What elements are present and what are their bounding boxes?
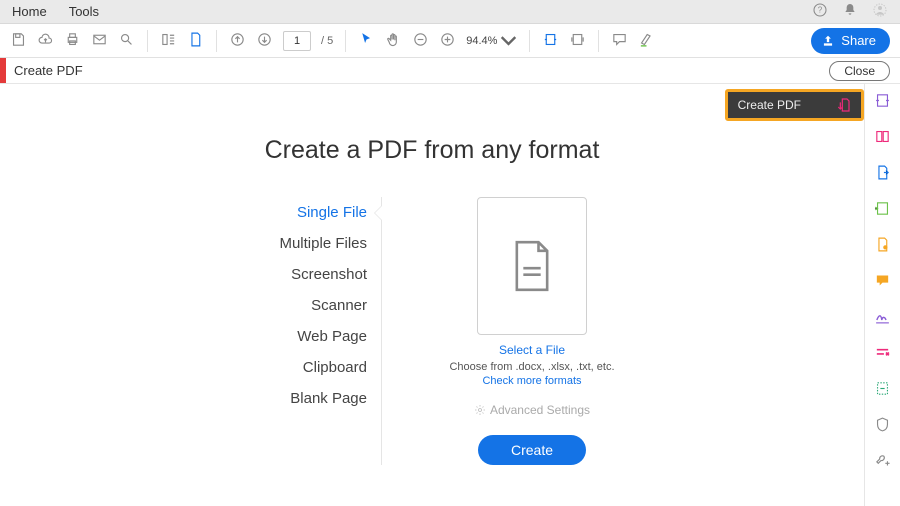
create-pdf-callout[interactable]: Create PDF — [725, 89, 864, 121]
create-button[interactable]: Create — [478, 435, 586, 465]
create-pdf-icon — [837, 97, 853, 113]
toolbar-separator — [529, 30, 530, 52]
rail-combine-icon[interactable] — [874, 128, 891, 148]
tool-title: Create PDF — [14, 63, 83, 78]
tool-subbar: Create PDF Close — [0, 58, 900, 84]
bell-icon[interactable] — [842, 2, 858, 21]
menubar-right: ? — [812, 2, 888, 21]
source-scanner[interactable]: Scanner — [202, 290, 381, 321]
source-web-page[interactable]: Web Page — [202, 321, 381, 352]
menu-home[interactable]: Home — [12, 4, 47, 19]
drop-column: Select a File Choose from .docx, .xlsx, … — [402, 197, 662, 465]
page-down-icon[interactable] — [256, 31, 273, 51]
hand-icon[interactable] — [385, 31, 402, 51]
choose-from-label: Choose from .docx, .xlsx, .txt, etc. — [449, 361, 614, 373]
gear-icon — [474, 404, 486, 416]
toolbar-separator — [147, 30, 148, 52]
page-number-input[interactable]: 1 — [283, 31, 311, 51]
main-panel: Create PDF Create a PDF from any format … — [0, 84, 864, 506]
rail-edit-icon[interactable] — [874, 200, 891, 220]
source-screenshot[interactable]: Screenshot — [202, 259, 381, 290]
page-center: Create a PDF from any format Single File… — [122, 136, 742, 465]
content-wrap: Create PDF Create a PDF from any format … — [0, 84, 900, 506]
rail-organize-icon[interactable] — [874, 236, 891, 256]
source-clipboard[interactable]: Clipboard — [202, 352, 381, 383]
print-icon[interactable] — [64, 31, 81, 51]
comment-icon[interactable] — [611, 31, 628, 51]
callout-label: Create PDF — [738, 98, 801, 112]
rail-redact-icon[interactable] — [874, 344, 891, 364]
right-rail — [864, 84, 900, 506]
cloud-upload-icon[interactable] — [37, 31, 54, 51]
rail-create-pdf-icon[interactable] — [874, 92, 891, 112]
share-button[interactable]: Share — [811, 28, 890, 54]
page-thumbnails-icon[interactable] — [160, 31, 177, 51]
advanced-settings: Advanced Settings — [474, 403, 590, 417]
zoom-in-icon[interactable] — [439, 31, 456, 51]
toolbar-separator — [345, 30, 346, 52]
close-button[interactable]: Close — [829, 61, 890, 81]
page-icon[interactable] — [187, 31, 204, 51]
help-icon[interactable]: ? — [812, 2, 828, 21]
menu-tools[interactable]: Tools — [69, 4, 99, 19]
menubar: Home Tools ? — [0, 0, 900, 24]
page-up-icon[interactable] — [229, 31, 246, 51]
zoom-dropdown[interactable]: 94.4% — [466, 32, 517, 49]
zoom-out-icon[interactable] — [412, 31, 429, 51]
toolbar: 1 / 5 94.4% Share — [0, 24, 900, 58]
rail-comment-icon[interactable] — [874, 272, 891, 292]
rail-protect-icon[interactable] — [874, 416, 891, 436]
svg-text:?: ? — [818, 6, 823, 15]
pointer-icon[interactable] — [358, 31, 375, 51]
rail-optimize-icon[interactable] — [874, 380, 891, 400]
save-icon[interactable] — [10, 31, 27, 51]
account-icon[interactable] — [872, 2, 888, 21]
rail-more-tools-icon[interactable] — [874, 452, 891, 472]
source-list: Single File Multiple Files Screenshot Sc… — [202, 197, 382, 465]
fit-width-icon[interactable] — [542, 31, 559, 51]
fit-page-icon[interactable] — [569, 31, 586, 51]
toolbar-separator — [598, 30, 599, 52]
page-total-label: / 5 — [321, 35, 333, 47]
source-multiple-files[interactable]: Multiple Files — [202, 228, 381, 259]
rail-sign-icon[interactable] — [874, 308, 891, 328]
two-column-layout: Single File Multiple Files Screenshot Sc… — [122, 197, 742, 465]
check-more-formats-link[interactable]: Check more formats — [482, 375, 581, 387]
share-icon — [821, 34, 835, 48]
page-headline: Create a PDF from any format — [122, 136, 742, 165]
source-blank-page[interactable]: Blank Page — [202, 383, 381, 414]
tool-accent-stripe — [0, 58, 6, 83]
rail-export-icon[interactable] — [874, 164, 891, 184]
highlight-icon[interactable] — [638, 31, 655, 51]
select-file-link[interactable]: Select a File — [499, 343, 565, 357]
file-drop-zone[interactable] — [477, 197, 587, 335]
search-icon[interactable] — [118, 31, 135, 51]
chevron-down-icon — [500, 32, 517, 49]
mail-icon[interactable] — [91, 31, 108, 51]
toolbar-separator — [216, 30, 217, 52]
source-single-file[interactable]: Single File — [202, 197, 381, 228]
document-icon — [510, 240, 554, 292]
